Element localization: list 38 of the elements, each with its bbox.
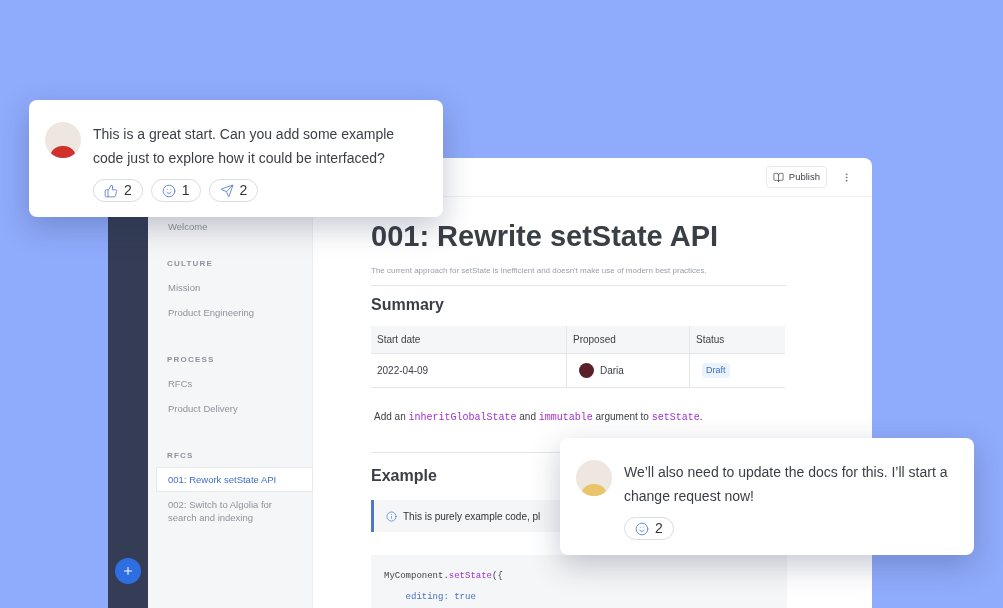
column-header: Proposed — [566, 326, 689, 354]
sidebar-item[interactable]: Product Engineering — [156, 300, 312, 325]
section-heading: PROCESS — [166, 354, 216, 366]
publish-button[interactable]: Publish — [765, 166, 827, 188]
column-header: Start date — [371, 326, 566, 354]
section-heading: RFCS — [166, 450, 195, 462]
thumbs-up-icon — [104, 183, 118, 198]
smiley-icon — [635, 521, 649, 536]
code-line: editing: true — [404, 592, 477, 603]
add-button[interactable] — [115, 558, 141, 584]
status-badge: Draft — [702, 362, 730, 379]
sidebar-item[interactable]: 002: Switch to Algolia for search and indexing — [156, 492, 312, 530]
smiley-icon — [161, 183, 176, 198]
summary-heading: Summary — [371, 295, 444, 315]
sidebar-item[interactable]: Welcome — [156, 214, 312, 239]
avatar — [45, 122, 81, 158]
info-icon — [386, 510, 397, 522]
sidebar-item[interactable]: 001: Rework setState API — [156, 467, 313, 492]
table-cell-text: Daria — [600, 364, 624, 378]
comment-text: We’ll also need to update the docs for this. I’ll start a change request now! — [624, 463, 949, 506]
avatar — [576, 460, 612, 496]
section-heading: CULTURE — [166, 258, 215, 270]
plus-icon — [122, 565, 134, 577]
avatar — [579, 363, 594, 378]
table-cell: 2022-04-09 — [371, 354, 566, 388]
sidebar-item[interactable]: RFCs — [156, 371, 312, 396]
callout-text: This is purely example code, pl — [403, 509, 541, 524]
paper-plane-icon — [219, 183, 234, 198]
document-title: 001: Rewrite setState API — [371, 219, 720, 254]
body-sentence: Add an inheritGlobalState and immutable argument to setState. — [373, 410, 704, 425]
example-heading: Example — [371, 466, 437, 486]
column-header: Status — [689, 326, 785, 354]
document-subtitle: The current approach for setState is inefficient and doesn't make use of modern best practices. — [371, 265, 708, 277]
book-icon — [772, 171, 784, 183]
sidebar-item[interactable]: Mission — [156, 275, 312, 300]
code-line: MyComponent.setState({ — [384, 571, 504, 582]
sidebar-item[interactable]: Product Delivery — [156, 396, 312, 421]
comment-text: This is a great start. Can you add some example code just to explore how it could be interfaced? — [93, 125, 396, 168]
